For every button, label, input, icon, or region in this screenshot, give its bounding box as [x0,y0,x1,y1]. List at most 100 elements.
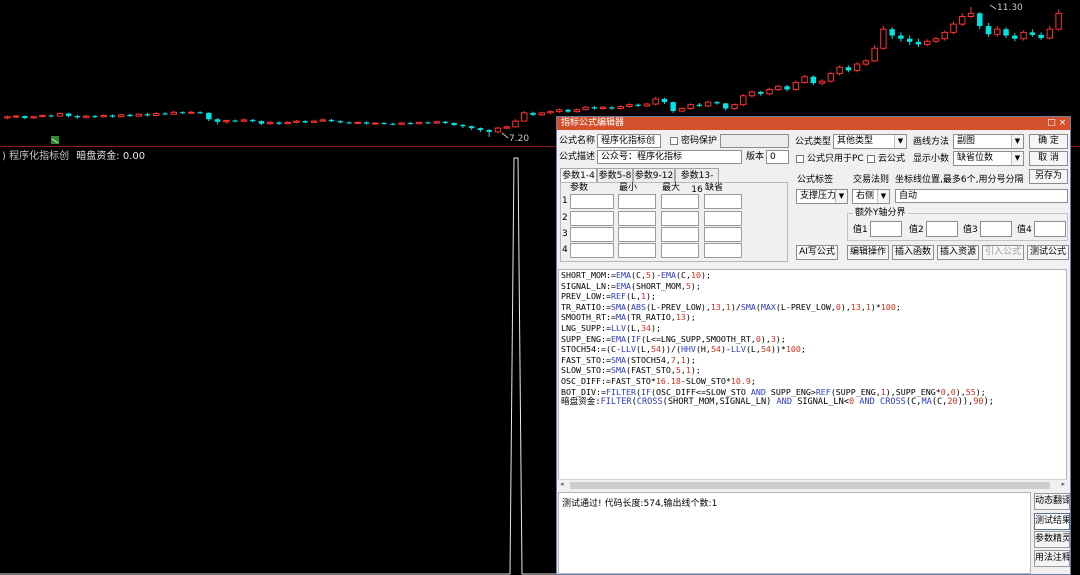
code-line[interactable]: STOCH54:=(C-LLV(L,54))/(HHV(H,54)-LLV(L,… [559,344,1066,355]
scroll-right-icon[interactable]: ▸ [1061,480,1065,488]
param-3-default[interactable] [704,227,742,242]
import-formula-button[interactable]: 引入公式 [982,245,1024,260]
candle [486,129,492,137]
param-1-min[interactable] [618,194,656,209]
description-input[interactable]: 公众号：程序化指标 [597,150,742,164]
coord-lines-input[interactable]: 自动 [895,189,1068,203]
param-4-max[interactable] [661,243,699,258]
scroll-left-icon[interactable]: ◂ [560,480,564,488]
candle [1038,32,1044,40]
param-2-name[interactable] [570,211,614,226]
version-input[interactable]: 0 [766,150,789,164]
param-2-default[interactable] [704,211,742,226]
code-line[interactable]: 暗盘资金:FILTER(CROSS(SHORT_MOM,SIGNAL_LN) A… [559,397,1066,408]
test-result-button[interactable]: 测试结果 [1034,513,1070,530]
candle [810,75,817,85]
param-4-default[interactable] [704,243,742,258]
candle-body [127,114,133,117]
candle [30,115,37,119]
candle-body [766,88,773,95]
param-row-4-label: 4 [562,245,568,255]
horizontal-scrollbar[interactable]: ◂ ▸ [558,479,1067,492]
password-checkbox[interactable] [670,137,678,145]
tab-params-13-16[interactable]: 参数13-16 [675,168,719,195]
candle [1046,26,1054,40]
decimals-select[interactable]: 缺省位数 ▼ [953,151,1024,166]
candle [617,105,624,110]
edit-ops-button[interactable]: 编辑操作 [847,245,889,260]
param-3-max[interactable] [661,227,699,242]
insert-function-button[interactable]: 插入函数 [892,245,934,260]
save-as-button[interactable]: 另存为 [1029,169,1068,184]
y-value-2-input[interactable] [926,221,958,237]
tab-params-9-12[interactable]: 参数9-12 [633,168,675,182]
code-line[interactable]: FAST_STO:=SMA(STOCH54,7,1); [559,355,1066,366]
y-value-4-input[interactable] [1034,221,1066,237]
param-3-name[interactable] [570,227,614,242]
svg-text:11.30: 11.30 [997,3,1023,13]
candle-body [310,120,318,123]
candle-body [617,106,624,109]
code-line[interactable]: LNG_SUPP:=LLV(L,34); [559,323,1066,334]
param-2-min[interactable] [618,211,656,226]
code-line[interactable]: BOT_DIV:=FILTER(IF(OSC_DIFF<=SLOW_STO AN… [559,387,1066,398]
code-line[interactable]: SMOOTH_RT:=MA(TR_RATIO,13); [559,312,1066,323]
editor-title: 指标公式编辑器 [561,118,625,128]
code-line[interactable]: TR_RATIO:=SMA(ABS(L-PREV_LOW),13,1)/SMA(… [559,302,1066,313]
candle [503,125,510,130]
pc-only-checkbox[interactable] [796,155,804,163]
param-1-max[interactable] [661,194,699,209]
y-value-1-input[interactable] [870,221,902,237]
password-input[interactable] [720,134,789,148]
insert-resource-button[interactable]: 插入资源 [937,245,979,260]
formula-name-input[interactable]: 程序化指标创 [597,134,661,148]
param-1-name[interactable] [570,194,614,209]
code-editor[interactable]: SHORT_MOM:=EMA(C,5)-EMA(C,10); SIGNAL_LN:… [558,269,1067,491]
scrollbar-thumb[interactable] [570,482,1050,489]
param-2-max[interactable] [661,211,699,226]
close-icon[interactable]: × [1057,117,1068,130]
ok-button[interactable]: 确 定 [1029,134,1068,149]
candle-body [240,119,248,122]
candle [170,111,178,115]
param-4-min[interactable] [618,243,656,258]
candle-body [915,41,922,45]
tab-params-5-8[interactable]: 参数5-8 [597,168,633,182]
candle [889,27,895,39]
code-line[interactable]: SIGNAL_LN:=EMA(SHORT_MOM,5); [559,281,1066,292]
candle-body [652,98,659,105]
candle-body [188,111,195,114]
param-1-default[interactable] [704,194,742,209]
usage-notes-button[interactable]: 用法注释 [1034,550,1070,567]
formula-tag-select[interactable]: 支撑压力 ▼ [796,189,848,204]
candle [530,111,536,117]
cloud-checkbox[interactable] [867,155,875,163]
maximize-icon[interactable]: □ [1046,117,1057,130]
code-line[interactable]: OSC_DIFF:=FAST_STO*16.18-SLOW_STO*10.9; [559,376,1066,387]
code-line[interactable]: SUPP_ENG:=EMA(IF(L<=LNG_SUPP,SMOOTH_RT,0… [559,334,1066,345]
candle [827,71,835,83]
trade-rule-select[interactable]: 右侧 ▼ [852,189,890,204]
chevron-down-icon: ▼ [835,190,847,203]
code-line[interactable]: SLOW_STO:=SMA(FAST_STO,5,1); [559,365,1066,376]
ai-write-button[interactable]: AI写公式 [796,245,838,260]
dynamic-translate-button[interactable]: 动态翻译 [1034,493,1070,510]
draw-method-select[interactable]: 副图 ▼ [953,134,1024,149]
candle [521,111,528,122]
param-3-min[interactable] [618,227,656,242]
code-line[interactable]: SHORT_MOM:=EMA(C,5)-EMA(C,10); [559,270,1066,281]
signal-spike-line [0,157,556,575]
param-4-name[interactable] [570,243,614,258]
param-wizard-button[interactable]: 参数精灵 [1034,531,1070,548]
candle [346,121,352,124]
y-value-3-input[interactable] [980,221,1012,237]
test-formula-button[interactable]: 测试公式 [1027,245,1069,260]
editor-titlebar[interactable]: 指标公式编辑器 □ × [557,117,1070,130]
candle-body [758,91,764,94]
candle-body [538,112,545,116]
code-line[interactable]: PREV_LOW:=REF(L,1); [559,291,1066,302]
signal-value: 0.00 [122,151,146,162]
candle-body [836,66,843,75]
cancel-button[interactable]: 取 消 [1029,151,1068,166]
type-select[interactable]: 其他类型 ▼ [833,134,907,149]
